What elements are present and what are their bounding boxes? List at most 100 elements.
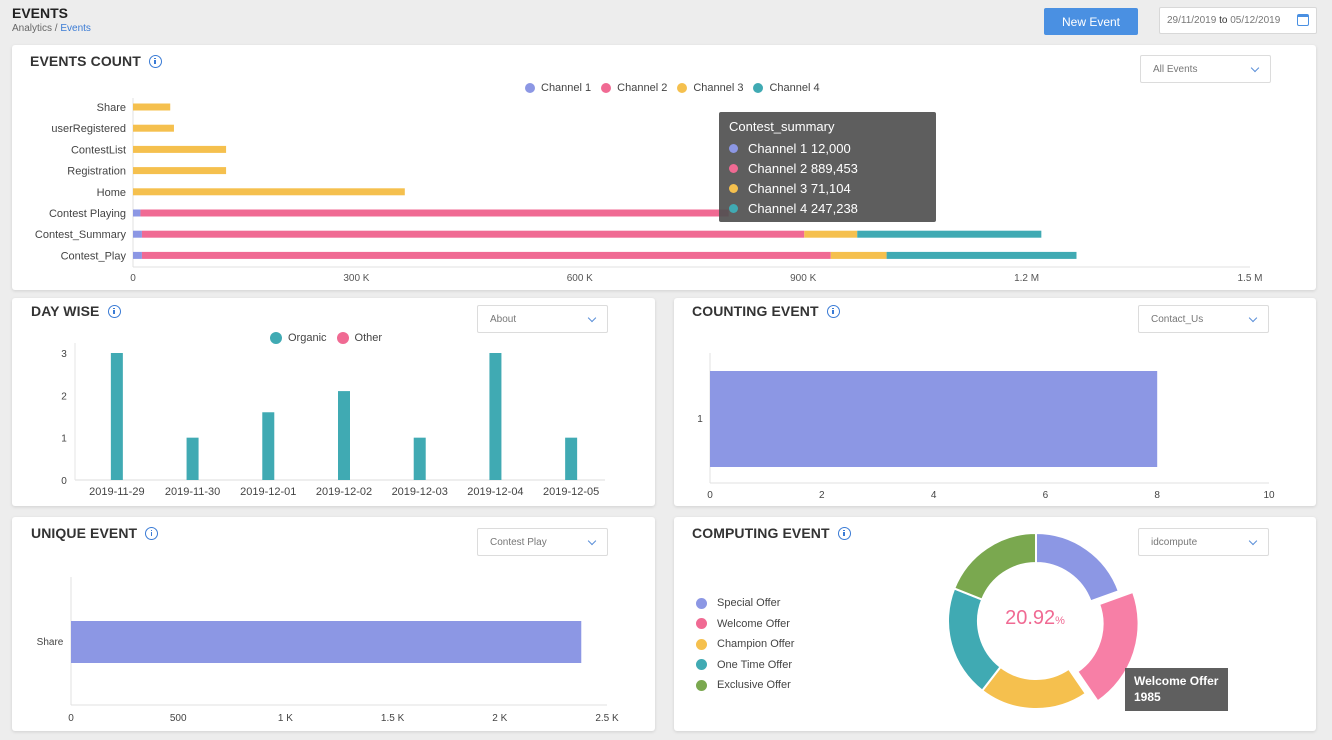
events-count-chart: Share userRegistered ContestList Registrati… [35, 98, 1263, 284]
bar-segment [886, 251, 1077, 259]
y-tick-label: Contest_Summary [35, 229, 127, 241]
bar-segment [133, 167, 227, 175]
bar-segment [133, 188, 405, 196]
x-tick-label: 300 K [343, 273, 369, 284]
events-count-card: EVENTS COUNT All Events Channel 1 Channe… [12, 45, 1316, 290]
x-tick-label: 2019-12-05 [543, 486, 599, 498]
bar-segment [141, 251, 831, 259]
tooltip-row-value: 247,238 [810, 200, 858, 216]
bar-segment [140, 209, 729, 217]
new-event-label: New Event [1061, 14, 1121, 29]
tooltip-row-name: Channel 4 [748, 200, 808, 216]
x-tick-label: 2 [819, 490, 825, 501]
tooltip-row-value: 889,453 [810, 160, 858, 176]
tooltip-row: Channel 2 889,453 [729, 158, 926, 178]
x-tick-label: 2019-12-01 [240, 486, 296, 498]
y-tick-label: Contest Playing [49, 208, 126, 220]
tooltip-dot-icon [729, 143, 738, 153]
date-to: 05/12/2019 [1230, 15, 1281, 26]
x-tick-label: 0 [130, 273, 136, 284]
y-tick-label: Share [37, 637, 64, 648]
tooltip-dot-icon [729, 163, 738, 173]
x-tick-label: 2019-12-03 [392, 486, 448, 498]
y-tick-label: userRegistered [51, 123, 126, 135]
tooltip-dot-icon [729, 203, 738, 213]
tooltip-row-name: Channel 1 [748, 140, 808, 156]
tooltip-title: Contest_summary [729, 119, 835, 134]
donut-center-value: 20.92% [985, 607, 1085, 630]
breadcrumb-root[interactable]: Analytics / [12, 23, 60, 34]
unique-event-chart: Share 0 500 1 K 1.5 K 2 K 2.5 K [37, 577, 619, 724]
bar-segment [141, 230, 805, 238]
tooltip-row-name: Channel 2 [748, 160, 808, 176]
donut-tooltip: Welcome Offer 1985 [1125, 668, 1228, 711]
x-tick-label: 2019-11-30 [165, 486, 220, 498]
day-wise-card: DAY WISE About Organic Other 0 1 2 3 2019-11… [12, 298, 655, 506]
donut-slice [980, 665, 1088, 710]
donut-center-number: 20.92 [1005, 607, 1056, 629]
bar [338, 391, 350, 480]
donut-slice [947, 587, 1002, 693]
bar-segment [133, 230, 142, 238]
tooltip-row: Channel 1 12,000 [729, 138, 926, 158]
bar [565, 437, 578, 480]
y-tick-label: 0 [61, 476, 67, 487]
unique-event-card: UNIQUE EVENT Contest Play Share 0 500 1 K 1.… [12, 517, 655, 731]
page-title: EVENTS [12, 5, 69, 21]
bar [186, 437, 199, 480]
y-tick-label: 1 [697, 414, 703, 425]
donut-center-unit: % [1055, 615, 1065, 627]
new-event-button[interactable]: New Event [1044, 8, 1138, 35]
bar-segment [133, 124, 174, 132]
calendar-icon[interactable] [1297, 14, 1309, 26]
bar [262, 412, 275, 480]
breadcrumb: Analytics / Events [12, 23, 91, 34]
tooltip-dot-icon [729, 183, 738, 193]
bar-segment [133, 145, 227, 153]
computing-event-card: COMPUTING EVENT idcompute Special Offer … [674, 517, 1316, 731]
day-wise-chart: 0 1 2 3 2019-11-29 2019-11-30 2019-12-01 2019-1… [61, 343, 605, 498]
bar-segment [830, 251, 887, 259]
x-tick-label: 2019-11-29 [89, 486, 144, 498]
bar [110, 353, 123, 480]
x-tick-label: 1.5 M [1237, 273, 1262, 284]
breadcrumb-current[interactable]: Events [60, 23, 91, 34]
x-tick-label: 900 K [790, 273, 816, 284]
donut-tooltip-label: Welcome Offer [1134, 674, 1219, 688]
y-tick-label: Contest_Play [61, 250, 127, 262]
x-tick-label: 1.5 K [381, 713, 405, 724]
bar-segment [133, 251, 142, 259]
tooltip-row-value: 12,000 [810, 140, 851, 156]
date-range-picker[interactable]: 29/11/2019 to 05/12/2019 [1159, 7, 1317, 34]
y-tick-label: 3 [61, 349, 67, 360]
x-tick-label: 0 [707, 490, 713, 501]
x-tick-label: 600 K [567, 273, 593, 284]
y-tick-label: Registration [67, 166, 126, 178]
x-tick-label: 0 [68, 713, 74, 724]
x-tick-label: 1.2 M [1014, 273, 1039, 284]
counting-event-chart: 10 2 4 6 8 10 [697, 353, 1275, 501]
bar-segment [857, 230, 1042, 238]
bar [71, 621, 582, 663]
x-tick-label: 500 [170, 713, 187, 724]
x-tick-label: 2019-12-02 [316, 486, 372, 498]
events-count-tooltip: Contest_summary Channel 1 12,000 Channel… [719, 112, 936, 222]
donut-slice [952, 531, 1037, 601]
x-tick-label: 8 [1154, 490, 1160, 501]
bar-segment [804, 230, 858, 238]
x-tick-label: 10 [1263, 490, 1275, 501]
y-tick-label: Share [97, 102, 126, 114]
date-from: 29/11/2019 [1167, 15, 1217, 26]
y-tick-label: 1 [61, 434, 67, 445]
x-tick-label: 2019-12-04 [467, 486, 523, 498]
x-tick-label: 1 K [278, 713, 293, 724]
bar [413, 437, 426, 480]
x-tick-label: 2 K [492, 713, 507, 724]
y-tick-label: 2 [61, 391, 67, 402]
tooltip-row: Channel 3 71,104 [729, 178, 926, 198]
donut-slice [1035, 531, 1121, 603]
bar [710, 371, 1158, 467]
tooltip-row-name: Channel 3 [748, 180, 808, 196]
x-tick-label: 2.5 K [595, 713, 619, 724]
date-to-word: to [1219, 15, 1228, 26]
